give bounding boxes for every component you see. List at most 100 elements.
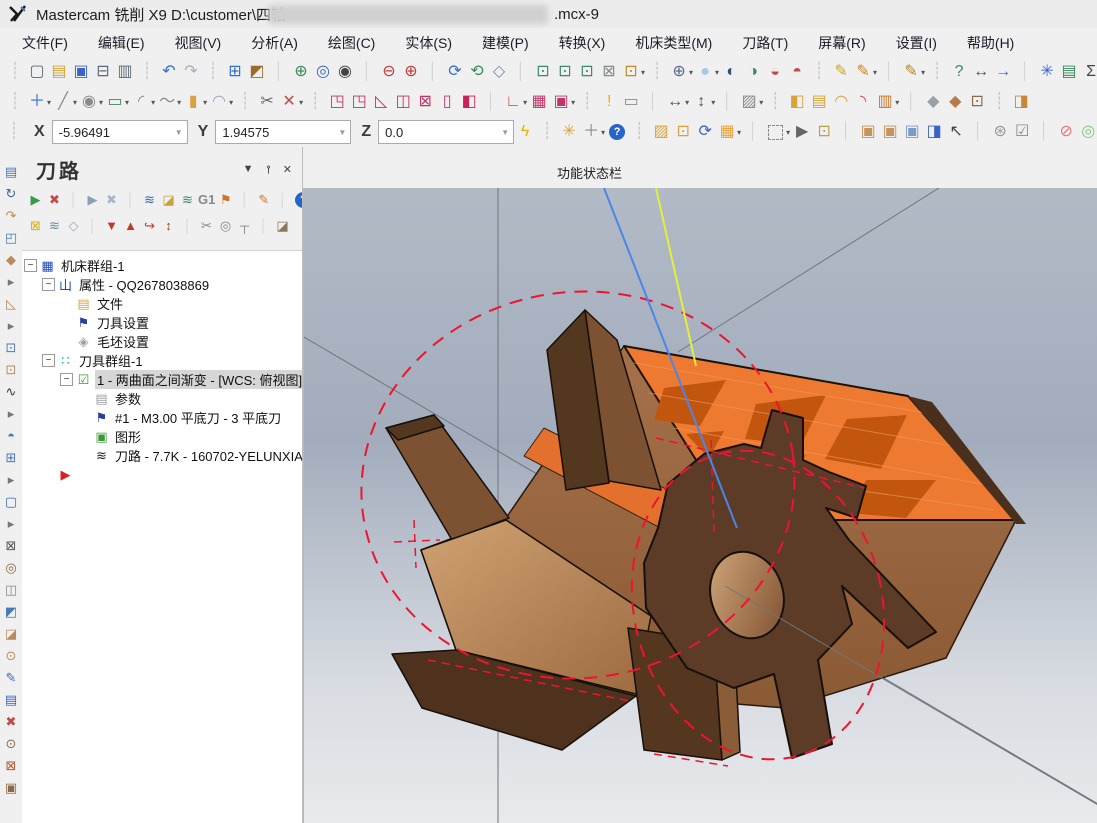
surface-swept-icon[interactable]: ◝ [852,89,874,115]
menu-item[interactable]: 文件(F) [22,33,68,53]
ghost-toolpath-icon[interactable]: ◇ [64,213,83,239]
wire-cube-icon[interactable]: ⊠ [6,535,17,557]
push-in-icon[interactable]: ◪ [5,623,17,645]
menu-item[interactable]: 帮助(H) [967,33,1014,53]
graphics-viewport[interactable] [303,188,1097,823]
zoom-in-icon[interactable]: ⊕ [400,59,422,85]
surface-dome-icon[interactable]: ◠ [830,89,852,115]
solid-trim-icon[interactable]: ◨ [1010,89,1032,115]
view-preset-icon[interactable]: ⊡ ▾ [620,59,646,85]
shaded-edges-icon[interactable]: ◐ [720,59,742,85]
expander-icon[interactable]: − [42,278,55,291]
select-last-icon[interactable]: ▨ [650,119,672,145]
book-pencil-icon[interactable]: ✎ [6,667,17,689]
line-icon[interactable]: ╱ ▾ [52,89,78,115]
book-blue-icon[interactable]: ▤ [5,689,17,711]
tree-item[interactable]: ▶ [22,465,302,484]
surface-flat-icon[interactable]: ▤ [808,89,830,115]
select-solid-icon[interactable]: ⊡ [813,119,835,145]
regen-all-icon[interactable]: ≋ [140,187,159,213]
point-icon[interactable]: ＋ ▾ [26,89,52,115]
flyout-arrow-icon[interactable]: ▸ [8,271,15,293]
collapse-icon[interactable]: ▼ [243,163,254,176]
fit-screen-icon[interactable]: ⊞ [224,59,246,85]
marquee-select-icon[interactable]: ▾ [764,119,791,145]
pick-back-icon[interactable]: ▣ [901,119,923,145]
flyout-arrow-icon[interactable]: ▸ [8,513,15,535]
surface-rotate-icon[interactable]: ▥ ▾ [874,89,900,115]
xform-stretch-icon[interactable]: ⊠ [414,89,436,115]
menu-item[interactable]: 设置(I) [896,33,937,53]
gear-status-icon[interactable]: ⊛ [989,119,1011,145]
xbox-icon[interactable]: ⊠ [6,755,17,777]
tree-item[interactable]: − ▦ 机床群组-1 [22,256,302,275]
zoom-box-icon[interactable]: ◎ [5,557,16,579]
pick-face-icon[interactable]: ▣ [857,119,879,145]
menu-item[interactable]: 视图(V) [175,33,222,53]
curve-hook-icon[interactable]: ↷ [6,205,17,227]
iso-view-icon[interactable]: ⊡ [532,59,554,85]
menu-item[interactable]: 实体(S) [405,33,452,53]
xform-translate-icon[interactable]: ◳ [326,89,348,115]
toolpath-nesting-icon[interactable]: ✳ [1036,59,1058,85]
arc-icon[interactable]: ◉ ▾ [78,89,104,115]
flyout-arrow-icon[interactable]: ▸ [8,403,15,425]
post-process-icon[interactable]: ⚑ [216,187,235,213]
select-corner-icon[interactable]: ◩ [5,601,17,623]
fillet-icon[interactable]: ◜ ▾ [130,89,156,115]
tree-item[interactable]: ▤ 文件 [22,294,302,313]
tree-item[interactable]: ▤ 参数 [22,389,302,408]
zoom-target-icon[interactable]: ◎ [312,59,334,85]
report-icon[interactable]: ▤ [1058,59,1080,85]
undo-icon[interactable]: ↶ [158,59,180,85]
surface-stack-icon[interactable]: ▤ [5,161,17,183]
lock-icon[interactable]: ⊠ [26,213,45,239]
select-all-operations-icon[interactable]: ▶ [26,187,45,213]
tree-item[interactable]: − ☑ 1 - 两曲面之间渐变 - [WCS: 俯视图] [22,370,302,389]
shaded-icon[interactable]: ● ▾ [694,59,720,85]
xform-copy-icon[interactable]: ◳ [348,89,370,115]
analyze-entity-icon[interactable]: ? [948,59,970,85]
viewsheet-icon[interactable]: ▣ ▾ [550,89,576,115]
validate-icon[interactable]: ☑ [1011,119,1033,145]
help-icon[interactable]: ? [606,119,628,145]
block-blue-icon[interactable]: ⊡ [6,337,17,359]
z-coordinate-input[interactable]: 0.0 ▼ [378,120,514,144]
analyze-pencil-icon[interactable]: ✎ [830,59,852,85]
expander-icon[interactable]: − [60,373,73,386]
menu-item[interactable]: 分析(A) [251,33,298,53]
layout-grid-icon[interactable]: ◫ [5,579,17,601]
new-file-icon[interactable]: ▢ [26,59,48,85]
surface-pour-icon[interactable]: ◓ [7,425,15,447]
insert-arrow-icon[interactable]: ↪ [140,213,159,239]
flyout-arrow-icon[interactable]: ▸ [8,315,15,337]
tree-item[interactable]: ≋ 刀路 - 7.7K - 160702-YELUNXIAO.I [22,446,302,465]
dim-hidden-icon[interactable]: ◓ [786,59,808,85]
expander-icon[interactable]: − [42,354,55,367]
select-cursor-icon[interactable]: ▶ [791,119,813,145]
unselect-all-operations-icon[interactable]: ✖ [45,187,64,213]
spline-icon[interactable]: ～ ▾ [156,89,182,115]
pan-icon[interactable]: ◇ [488,59,510,85]
compare-icon[interactable]: ◨ [923,119,945,145]
statistics-icon[interactable]: Σ [1080,59,1097,85]
tree-item[interactable]: − 山 属性 - QQ2678038869 [22,275,302,294]
surface-trim-icon[interactable]: ◧ [786,89,808,115]
combo-arrow-icon[interactable]: ▼ [501,128,509,137]
verify-icon[interactable]: ◪ [159,187,178,213]
flyout-arrow-icon[interactable]: ▸ [8,469,15,491]
menu-item[interactable]: 刀路(T) [742,33,788,53]
side-view-icon[interactable]: ⊡ [576,59,598,85]
remove-hidden-icon[interactable]: ◒ [764,59,786,85]
drill-icon[interactable]: ⊙ [6,645,17,667]
merge-solids-icon[interactable]: ⊞ [6,447,17,469]
trim-icon[interactable]: ✂ [256,89,278,115]
solid-cube-icon[interactable]: ⊡ [966,89,988,115]
trim-toolpath-icon[interactable]: ✂ [197,213,216,239]
select-rotate-icon[interactable]: ⟳ [694,119,716,145]
tree-item[interactable]: ◈ 毛坯设置 [22,332,302,351]
rectangle-icon[interactable]: ▭ ▾ [104,89,130,115]
select-fill-icon[interactable]: ▦ ▾ [716,119,742,145]
sweep-icon[interactable]: ∿ [6,381,17,403]
select-result-icon[interactable]: ⊡ [672,119,694,145]
